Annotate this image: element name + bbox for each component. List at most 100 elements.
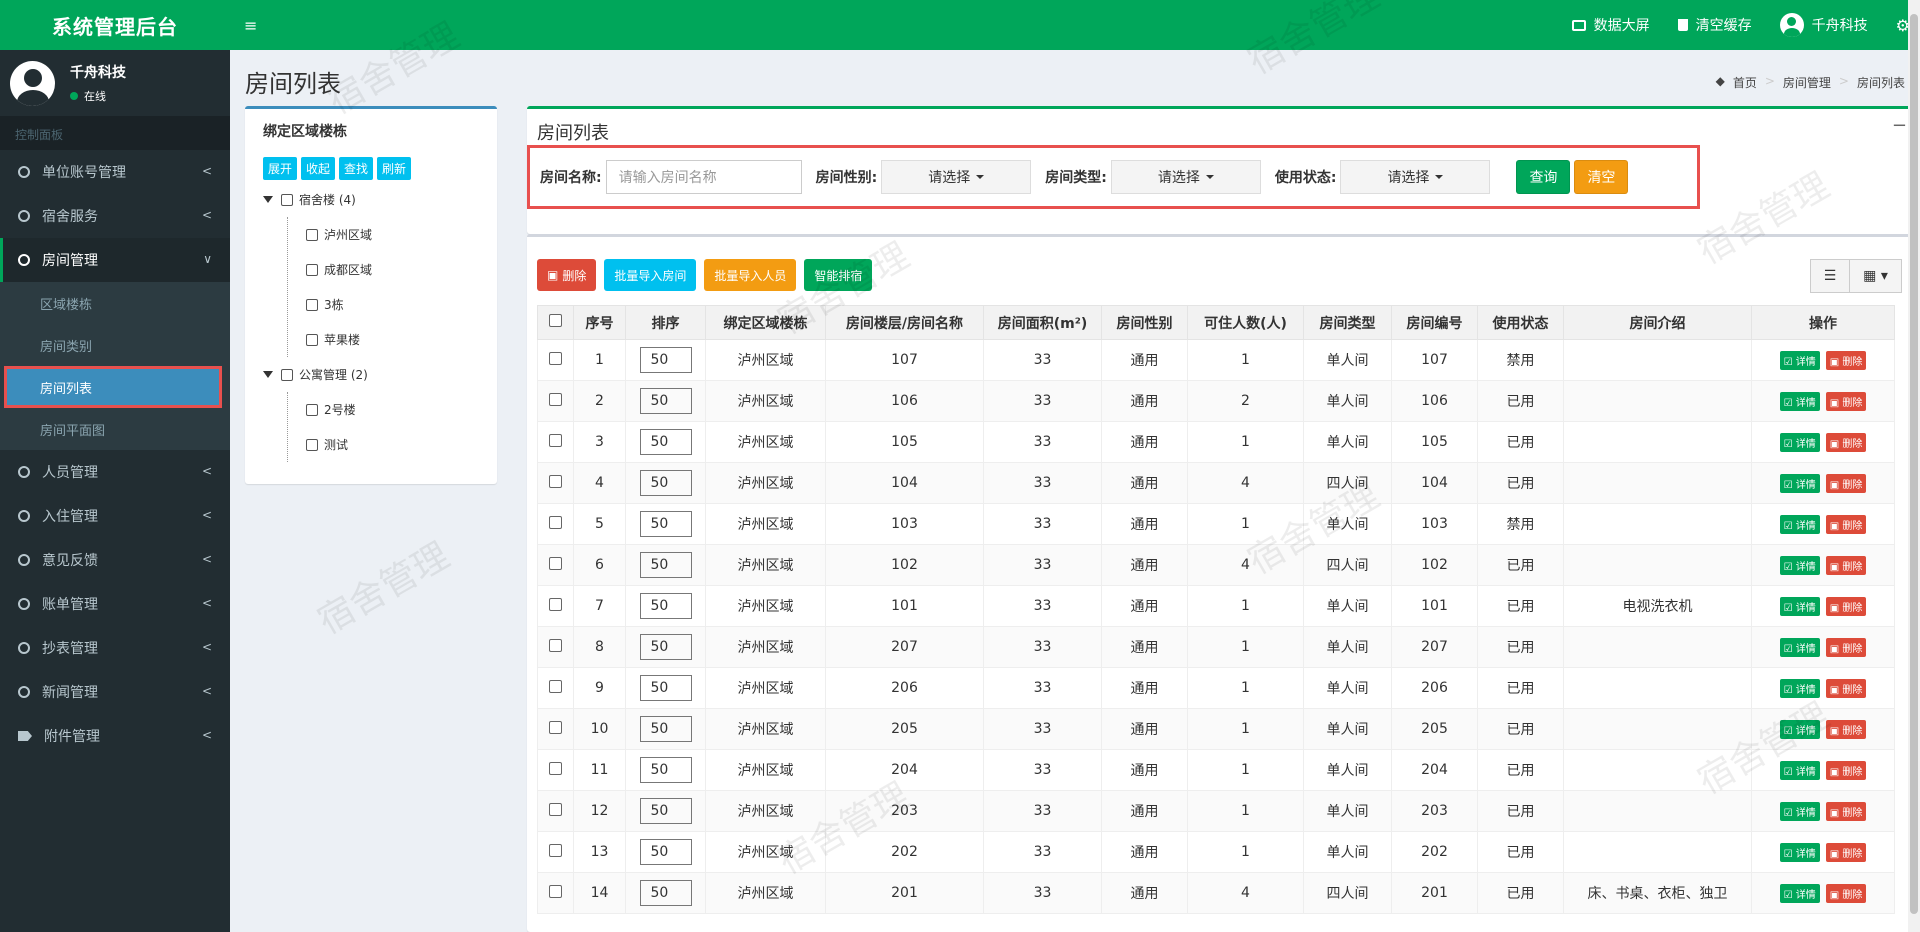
row-checkbox[interactable] [549, 474, 562, 488]
tree-node[interactable]: 苹果楼 [288, 322, 497, 357]
row-delete-button[interactable]: ▣ 删除 [1825, 514, 1867, 534]
col-gender[interactable]: 房间性别 [1101, 305, 1188, 340]
clear-button[interactable]: 清空 [1574, 160, 1629, 194]
row-checkbox[interactable] [549, 720, 562, 734]
detail-button[interactable]: ☑ 详情 [1779, 760, 1820, 780]
tree-checkbox[interactable] [306, 298, 318, 311]
sort-input[interactable]: 50 [639, 880, 692, 906]
sidebar-item-checkin[interactable]: 入住管理 < [0, 494, 230, 538]
tree-checkbox[interactable] [306, 263, 318, 276]
columns-grid-icon[interactable]: ▦ ▾ [1850, 259, 1902, 293]
col-index[interactable]: 序号 [573, 305, 626, 340]
breadcrumb-home[interactable]: 首页 [1733, 74, 1757, 91]
sort-input[interactable]: 50 [639, 347, 692, 373]
sort-input[interactable]: 50 [639, 470, 692, 496]
room-gender-select[interactable]: 请选择 [881, 160, 1032, 194]
detail-button[interactable]: ☑ 详情 [1779, 350, 1820, 370]
tree-node[interactable]: 3栋 [288, 287, 497, 322]
breadcrumb-room-management[interactable]: 房间管理 [1783, 74, 1831, 91]
detail-button[interactable]: ☑ 详情 [1779, 719, 1820, 739]
detail-button[interactable]: ☑ 详情 [1779, 637, 1820, 657]
sort-input[interactable]: 50 [639, 798, 692, 824]
detail-button[interactable]: ☑ 详情 [1779, 678, 1820, 698]
col-capacity[interactable]: 可住人数(人) [1187, 305, 1304, 340]
detail-button[interactable]: ☑ 详情 [1779, 514, 1820, 534]
col-room-code[interactable]: 房间编号 [1391, 305, 1478, 340]
scroll-thumb[interactable] [1910, 14, 1918, 914]
tree-node-group[interactable]: 宿舍楼 (4) [263, 182, 497, 217]
sub-item-room-list[interactable]: 房间列表 [4, 366, 222, 408]
sort-input[interactable]: 50 [639, 716, 692, 742]
detail-button[interactable]: ☑ 详情 [1779, 473, 1820, 493]
select-all-checkbox[interactable] [549, 314, 562, 327]
row-checkbox[interactable] [549, 884, 562, 898]
col-room-type[interactable]: 房间类型 [1303, 305, 1392, 340]
col-sort[interactable]: 排序 [625, 305, 706, 340]
col-status[interactable]: 使用状态 [1477, 305, 1564, 340]
sidebar-item-attachments[interactable]: 附件管理 < [0, 714, 230, 758]
caret-down-icon[interactable] [263, 371, 273, 378]
import-rooms-button[interactable]: 批量导入房间 [604, 259, 697, 291]
sidebar-item-meter[interactable]: 抄表管理 < [0, 626, 230, 670]
clear-cache-link[interactable]: 清空缓存 [1677, 15, 1752, 35]
col-room-name[interactable]: 房间楼层/房间名称 [825, 305, 984, 340]
usage-status-select[interactable]: 请选择 [1340, 160, 1491, 194]
tree-checkbox[interactable] [281, 193, 293, 206]
tree-node[interactable]: 泸州区域 [288, 217, 497, 252]
row-delete-button[interactable]: ▣ 删除 [1825, 883, 1867, 903]
tree-checkbox[interactable] [281, 368, 293, 381]
sidebar-item-room-management[interactable]: 房间管理 ∨ [0, 238, 230, 282]
sort-input[interactable]: 50 [639, 634, 692, 660]
tree-collapse-button[interactable]: 收起 [301, 157, 336, 180]
detail-button[interactable]: ☑ 详情 [1779, 555, 1820, 575]
row-delete-button[interactable]: ▣ 删除 [1825, 760, 1867, 780]
sub-item-room-category[interactable]: 房间类别 [0, 324, 230, 366]
col-intro[interactable]: 房间介绍 [1563, 305, 1752, 340]
row-checkbox[interactable] [549, 392, 562, 406]
row-checkbox[interactable] [549, 761, 562, 775]
detail-button[interactable]: ☑ 详情 [1779, 842, 1820, 862]
sort-input[interactable]: 50 [639, 839, 692, 865]
room-type-select[interactable]: 请选择 [1110, 160, 1261, 194]
row-delete-button[interactable]: ▣ 删除 [1825, 432, 1867, 452]
sort-input[interactable]: 50 [639, 388, 692, 414]
sort-input[interactable]: 50 [639, 511, 692, 537]
import-people-button[interactable]: 批量导入人员 [704, 259, 797, 291]
row-delete-button[interactable]: ▣ 删除 [1825, 719, 1867, 739]
row-checkbox[interactable] [549, 515, 562, 529]
tree-node[interactable]: 成都区域 [288, 252, 497, 287]
sidebar-item-feedback[interactable]: 意见反馈 < [0, 538, 230, 582]
sub-item-room-floorplan[interactable]: 房间平面图 [0, 408, 230, 450]
row-checkbox[interactable] [549, 433, 562, 447]
collapse-button[interactable]: − [1892, 115, 1907, 136]
col-area[interactable]: 绑定区域楼栋 [705, 305, 826, 340]
row-delete-button[interactable]: ▣ 删除 [1825, 842, 1867, 862]
row-delete-button[interactable]: ▣ 删除 [1825, 637, 1867, 657]
row-delete-button[interactable]: ▣ 删除 [1825, 555, 1867, 575]
row-delete-button[interactable]: ▣ 删除 [1825, 391, 1867, 411]
tree-checkbox[interactable] [306, 438, 318, 451]
tree-checkbox[interactable] [306, 228, 318, 241]
detail-button[interactable]: ☑ 详情 [1779, 391, 1820, 411]
sort-input[interactable]: 50 [639, 757, 692, 783]
big-screen-link[interactable]: 数据大屏 [1571, 15, 1650, 35]
row-delete-button[interactable]: ▣ 删除 [1825, 801, 1867, 821]
tree-node[interactable]: 测试 [288, 427, 497, 462]
sort-input[interactable]: 50 [639, 429, 692, 455]
tree-node[interactable]: 2号楼 [288, 392, 497, 427]
tree-checkbox[interactable] [306, 403, 318, 416]
detail-button[interactable]: ☑ 详情 [1779, 432, 1820, 452]
tree-checkbox[interactable] [306, 333, 318, 346]
row-checkbox[interactable] [549, 843, 562, 857]
tree-node-group[interactable]: 公寓管理 (2) [263, 357, 497, 392]
row-checkbox[interactable] [549, 638, 562, 652]
sidebar-item-news[interactable]: 新闻管理 < [0, 670, 230, 714]
col-area-size[interactable]: 房间面积(m²) [983, 305, 1102, 340]
detail-button[interactable]: ☑ 详情 [1779, 596, 1820, 616]
smart-assign-button[interactable]: 智能排宿 [804, 259, 873, 291]
tree-find-button[interactable]: 查找 [339, 157, 374, 180]
tree-refresh-button[interactable]: 刷新 [377, 157, 412, 180]
user-menu[interactable]: 千舟科技 [1779, 13, 1868, 37]
app-title[interactable]: 系统管理后台 [0, 0, 230, 50]
page-scrollbar[interactable] [1908, 0, 1920, 932]
